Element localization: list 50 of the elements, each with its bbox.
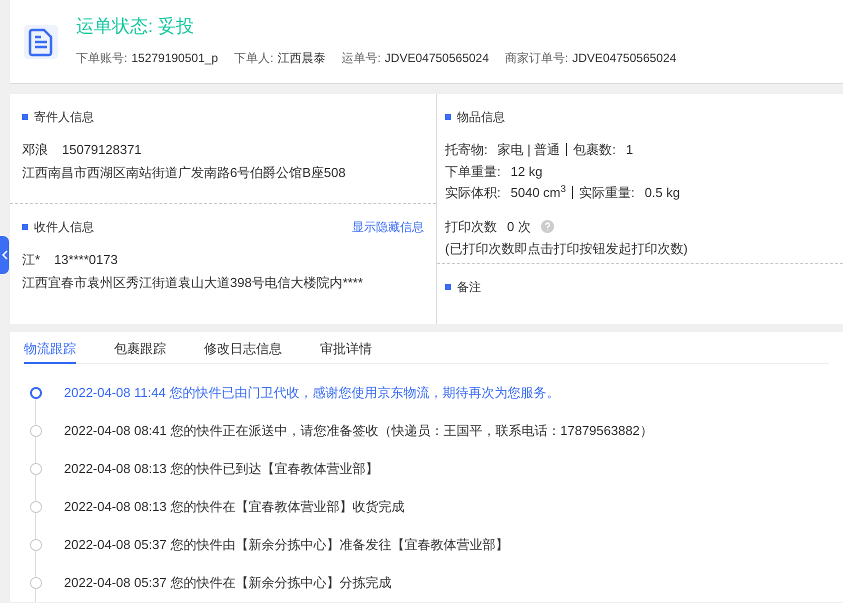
tracking-event: 2022-04-08 05:37 您的快件由【新余分拣中心】准备发往【宜春教体营业部】	[64, 536, 508, 554]
sender-address: 江西南昌市西湖区南站街道广发南路6号伯爵公馆B座508	[22, 164, 347, 182]
field-label: 下单人:	[234, 50, 274, 66]
recipient-phone: 13****0173	[54, 251, 118, 269]
field-label: 商家订单号:	[504, 50, 568, 66]
tracking-event: 2022-04-08 05:37 您的快件在【新余分拣中心】分拣完成	[64, 574, 392, 592]
goods-label: 托寄物:	[445, 141, 488, 159]
square-marker	[445, 114, 451, 120]
goods-label: 实际重量:	[578, 184, 635, 202]
chevron-left-icon	[2, 250, 8, 260]
tab[interactable]: 物流跟踪	[24, 336, 76, 364]
field-value: JDVE04750565024	[384, 50, 489, 66]
goods-label: 包裹数:	[573, 141, 616, 159]
section-title: 物品信息	[457, 109, 505, 126]
print-count-note: (已打印次数即点击打印按钮发起打印次数)	[445, 240, 689, 258]
print-count-label: 打印次数	[445, 218, 497, 236]
goods-label: 实际体积:	[445, 184, 501, 202]
document-icon	[24, 24, 58, 58]
tracking-event: 2022-04-08 11:44 您的快件已由门卫代收，感谢您使用京东物流，期待再次为您服务。	[64, 384, 560, 402]
square-marker	[445, 284, 451, 290]
waybill-status: 运单状态: 妥投	[76, 16, 196, 34]
recipient-name: 江*	[22, 251, 40, 269]
section-title: 寄件人信息	[34, 109, 94, 126]
tracking-event: 2022-04-08 08:13 您的快件在【宜春教体营业部】收货完成	[64, 498, 404, 516]
field-value: JDVE04750565024	[572, 50, 676, 66]
goods-value: 1	[626, 141, 634, 159]
goods-label: 下单重量:	[445, 162, 501, 180]
field-value: 15279190501_p	[131, 50, 218, 66]
section-title: 备注	[457, 279, 481, 296]
tab[interactable]: 修改日志信息	[204, 336, 282, 364]
tracking-event: 2022-04-08 08:41 您的快件正在派送中，请您准备签收（快递员：王国平，联系电话：17879563882）	[64, 422, 653, 440]
goods-value: 12 kg	[510, 162, 542, 181]
square-marker	[22, 224, 28, 230]
sender-phone: 15079128371	[62, 141, 142, 159]
goods-value: 家电 | 普通	[498, 141, 560, 159]
field-value: 江西晨泰	[277, 50, 326, 66]
recipient-address: 江西宜春市袁州区秀江街道袁山大道398号电信大楼院内****	[22, 274, 364, 292]
goods-value: 0.5 kg	[644, 184, 680, 202]
section-title: 收件人信息	[34, 219, 94, 236]
show-hidden-info-link[interactable]: 显示隐藏信息	[352, 218, 424, 236]
field-label: 运单号:	[341, 50, 381, 66]
tab[interactable]: 审批详情	[320, 336, 372, 364]
square-marker	[22, 114, 28, 120]
sender-name: 邓浪	[22, 141, 48, 159]
field-label: 下单账号:	[76, 50, 128, 66]
goods-value: 5040 cm$^{3}$	[510, 183, 566, 202]
collapse-handle[interactable]	[0, 236, 9, 274]
tracking-event: 2022-04-08 08:13 您的快件已到达【宜春教体营业部】	[64, 460, 378, 478]
tab[interactable]: 包裹跟踪	[114, 336, 166, 364]
print-count-value: 0 次	[507, 218, 531, 236]
